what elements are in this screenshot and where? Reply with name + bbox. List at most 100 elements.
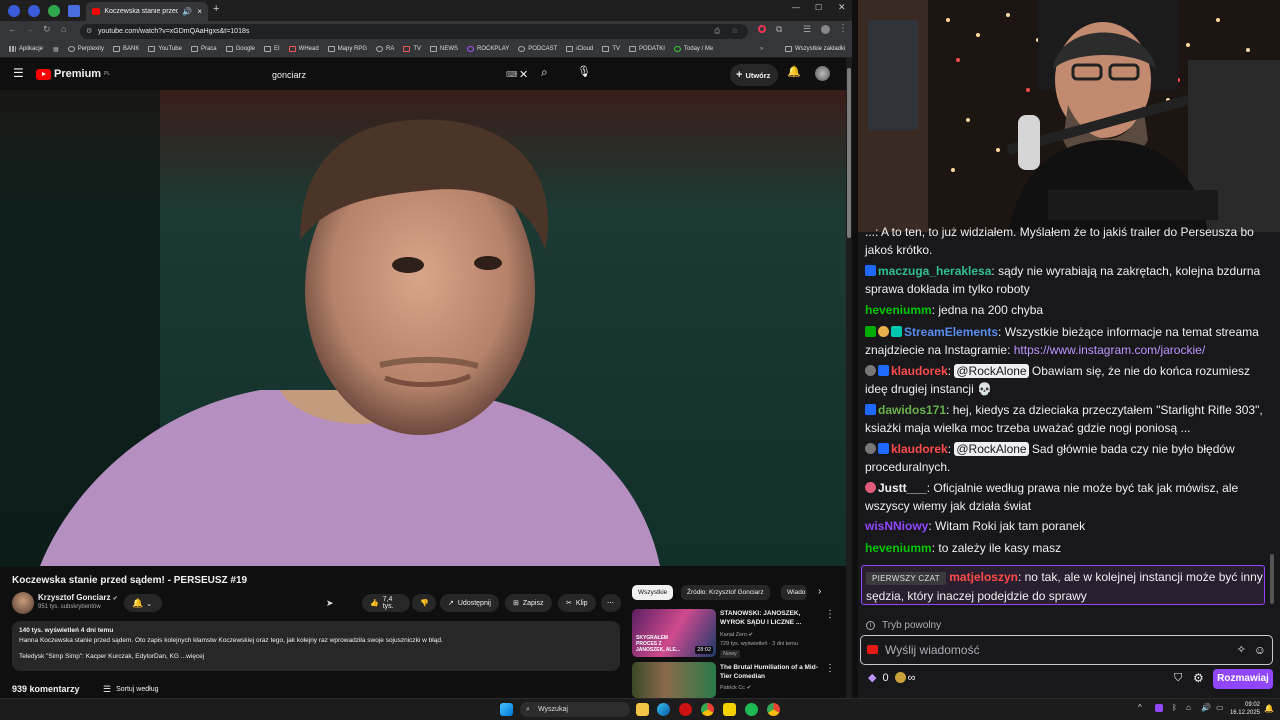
bookmark-folder[interactable]: YouTube — [148, 46, 182, 52]
keyboard-icon[interactable]: ⌨ — [506, 64, 518, 86]
forward-icon[interactable]: → — [25, 24, 34, 34]
speaker-icon[interactable]: 🔊 — [182, 7, 192, 16]
url-field[interactable]: ⚙ youtube.com/watch?v=xGDmQAaHgxs&t=1018… — [80, 24, 748, 39]
edge-icon[interactable] — [657, 703, 670, 716]
rec-thumbnail[interactable]: SKYGRAŁEM PROCES Z JANOSZEK, ALE... 28:0… — [632, 609, 716, 657]
youtube-logo[interactable]: Premium PL — [36, 68, 110, 80]
chat-username[interactable]: StreamElements — [904, 325, 998, 339]
file-explorer-icon[interactable] — [636, 703, 649, 716]
like-button[interactable]: 👍 7,4 tys. — [362, 594, 410, 612]
page-scrollbar[interactable] — [846, 58, 852, 698]
shield-icon[interactable]: ⛉ — [1174, 672, 1182, 685]
notifications-bell-icon[interactable]: 🔔 — [787, 65, 801, 78]
chat-username[interactable]: matjeloszyn — [949, 570, 1018, 584]
bookmark-folder[interactable]: EI — [264, 46, 280, 52]
chip-all[interactable]: Wszystkie — [632, 585, 674, 600]
tab-favicon[interactable] — [8, 4, 20, 17]
tab-favicon[interactable] — [48, 4, 60, 17]
more-bookmarks-icon[interactable]: » — [760, 46, 763, 52]
notes-icon[interactable] — [723, 703, 736, 716]
emoji-icon[interactable]: ☺ — [1254, 636, 1266, 664]
rec-more-icon[interactable]: ⋮ — [825, 663, 835, 674]
dislike-button[interactable]: 👎 — [412, 594, 436, 612]
share-button[interactable]: ↗ Udostępnij — [440, 594, 499, 612]
video-player[interactable] — [0, 90, 846, 566]
site-info-icon[interactable]: ⚙ — [86, 24, 92, 39]
search-input[interactable]: gonciarz ⌨ ✕ — [264, 64, 564, 86]
chat-send-button[interactable]: Rozmawiaj — [1213, 669, 1273, 689]
bookmark-folder[interactable]: Praca — [190, 46, 217, 52]
extensions-puzzle-icon[interactable]: ⧉ — [776, 24, 782, 35]
rec-title[interactable]: STANOWSKI: JANOSZEK, WYROK SĄDU I LICZNE… — [720, 609, 820, 627]
rec-channel[interactable]: Patrick Cc ✔ — [720, 684, 751, 692]
grid-icon[interactable]: ▦ — [53, 46, 59, 53]
chrome-icon[interactable] — [701, 703, 714, 716]
magic-wand-icon[interactable]: ✧ — [1237, 636, 1246, 664]
user-avatar[interactable] — [815, 66, 830, 81]
bookmark-podcast[interactable]: PODCAST — [518, 46, 557, 52]
back-icon[interactable]: ← — [8, 24, 17, 34]
chat-message-input[interactable]: Wyślij wiadomość ✧ ☺ — [860, 635, 1273, 665]
extension-icon[interactable] — [758, 25, 766, 33]
bookmark-apps[interactable]: Aplikacje — [9, 46, 43, 52]
window-close-icon[interactable]: ✕ — [838, 2, 846, 13]
bookmark-folder[interactable]: NEWS — [430, 46, 458, 52]
bookmark-tv[interactable]: TV — [403, 46, 421, 52]
bluetooth-icon[interactable]: ᛒ — [1172, 703, 1177, 712]
bookmark-folder[interactable]: TV — [602, 46, 620, 52]
active-tab[interactable]: Koczewska stanie przed są 🔊 × — [86, 2, 208, 21]
settings-gear-icon[interactable]: ⚙ — [1193, 671, 1204, 685]
channel-name[interactable]: Krzysztof Gonciarz ✔ — [38, 593, 118, 602]
clip-button[interactable]: ✂ Klip — [558, 594, 596, 612]
chat-scrollbar[interactable] — [1270, 554, 1274, 604]
emote-picker-icon[interactable] — [867, 645, 878, 654]
windows-start-icon[interactable] — [500, 703, 513, 716]
maximize-icon[interactable]: ☐ — [815, 3, 822, 12]
rec-title[interactable]: The Brutal Humiliation of a Mid-Tier Com… — [720, 663, 820, 681]
chevron-right-icon[interactable]: › — [818, 586, 821, 597]
browser-menu-icon[interactable]: ⋮ — [838, 23, 848, 34]
chat-username[interactable]: klaudorek — [891, 442, 948, 456]
chat-link[interactable]: https://www.instagram.com/jarockie/ — [1014, 343, 1205, 357]
clear-search-icon[interactable]: ✕ — [519, 64, 528, 86]
taskbar-search[interactable]: ⌕ Wyszukaj — [520, 702, 630, 717]
battery-icon[interactable]: ▭ — [1216, 703, 1224, 712]
tab-favicon[interactable] — [28, 4, 40, 17]
spotify-icon[interactable] — [745, 703, 758, 716]
app-icon[interactable] — [679, 703, 692, 716]
save-button[interactable]: ⊞ Zapisz — [505, 594, 552, 612]
minimize-icon[interactable]: — — [792, 3, 800, 12]
chrome-icon[interactable] — [767, 703, 780, 716]
search-icon[interactable]: ⌕ — [541, 65, 548, 80]
close-icon[interactable]: × — [197, 7, 202, 16]
bookmark-rockplay[interactable]: ROCKPLAY — [467, 46, 509, 52]
more-actions-button[interactable]: ⋯ — [601, 594, 621, 612]
new-tab-icon[interactable]: + — [213, 3, 219, 15]
reload-icon[interactable]: ↻ — [43, 24, 51, 35]
bookmark-folder[interactable]: BANK — [113, 46, 139, 52]
volume-icon[interactable]: 🔊 — [1201, 703, 1211, 712]
chat-mention[interactable]: @RockAlone — [954, 364, 1029, 378]
rec-thumbnail[interactable] — [632, 662, 716, 698]
bookmark-folder[interactable]: iCloud — [566, 46, 593, 52]
install-icon[interactable]: ⎙ — [714, 24, 720, 39]
chat-username[interactable]: dawidos171 — [878, 403, 946, 417]
home-icon[interactable]: ⌂ — [61, 24, 66, 34]
all-bookmarks[interactable]: Wszystkie zakładki — [785, 46, 845, 52]
chip-news[interactable]: Wiado — [781, 585, 807, 600]
rec-more-icon[interactable]: ⋮ — [825, 609, 835, 620]
microphone-icon[interactable]: 🎙 — [577, 65, 591, 78]
chat-username[interactable]: heveniumm — [865, 303, 932, 317]
chat-username[interactable]: klaudorek — [891, 364, 948, 378]
bookmark-ra[interactable]: RA — [376, 46, 394, 52]
rec-channel[interactable]: Kanał Zero ✔ — [720, 631, 753, 639]
chat-mention[interactable]: @RockAlone — [954, 442, 1029, 456]
channel-points[interactable]: ◆ 0 ∞ — [868, 671, 915, 685]
reading-list-icon[interactable]: ☰ — [803, 24, 811, 35]
scrollbar-thumb[interactable] — [847, 68, 851, 238]
create-button[interactable]: + Utwórz — [730, 64, 778, 86]
sort-button[interactable]: ☰ Sortuj według — [103, 684, 159, 695]
bookmark-folder[interactable]: Mapy RPG — [327, 46, 367, 52]
bookmark-folder[interactable]: PODATKI — [628, 46, 665, 52]
channel-avatar[interactable] — [12, 592, 34, 614]
